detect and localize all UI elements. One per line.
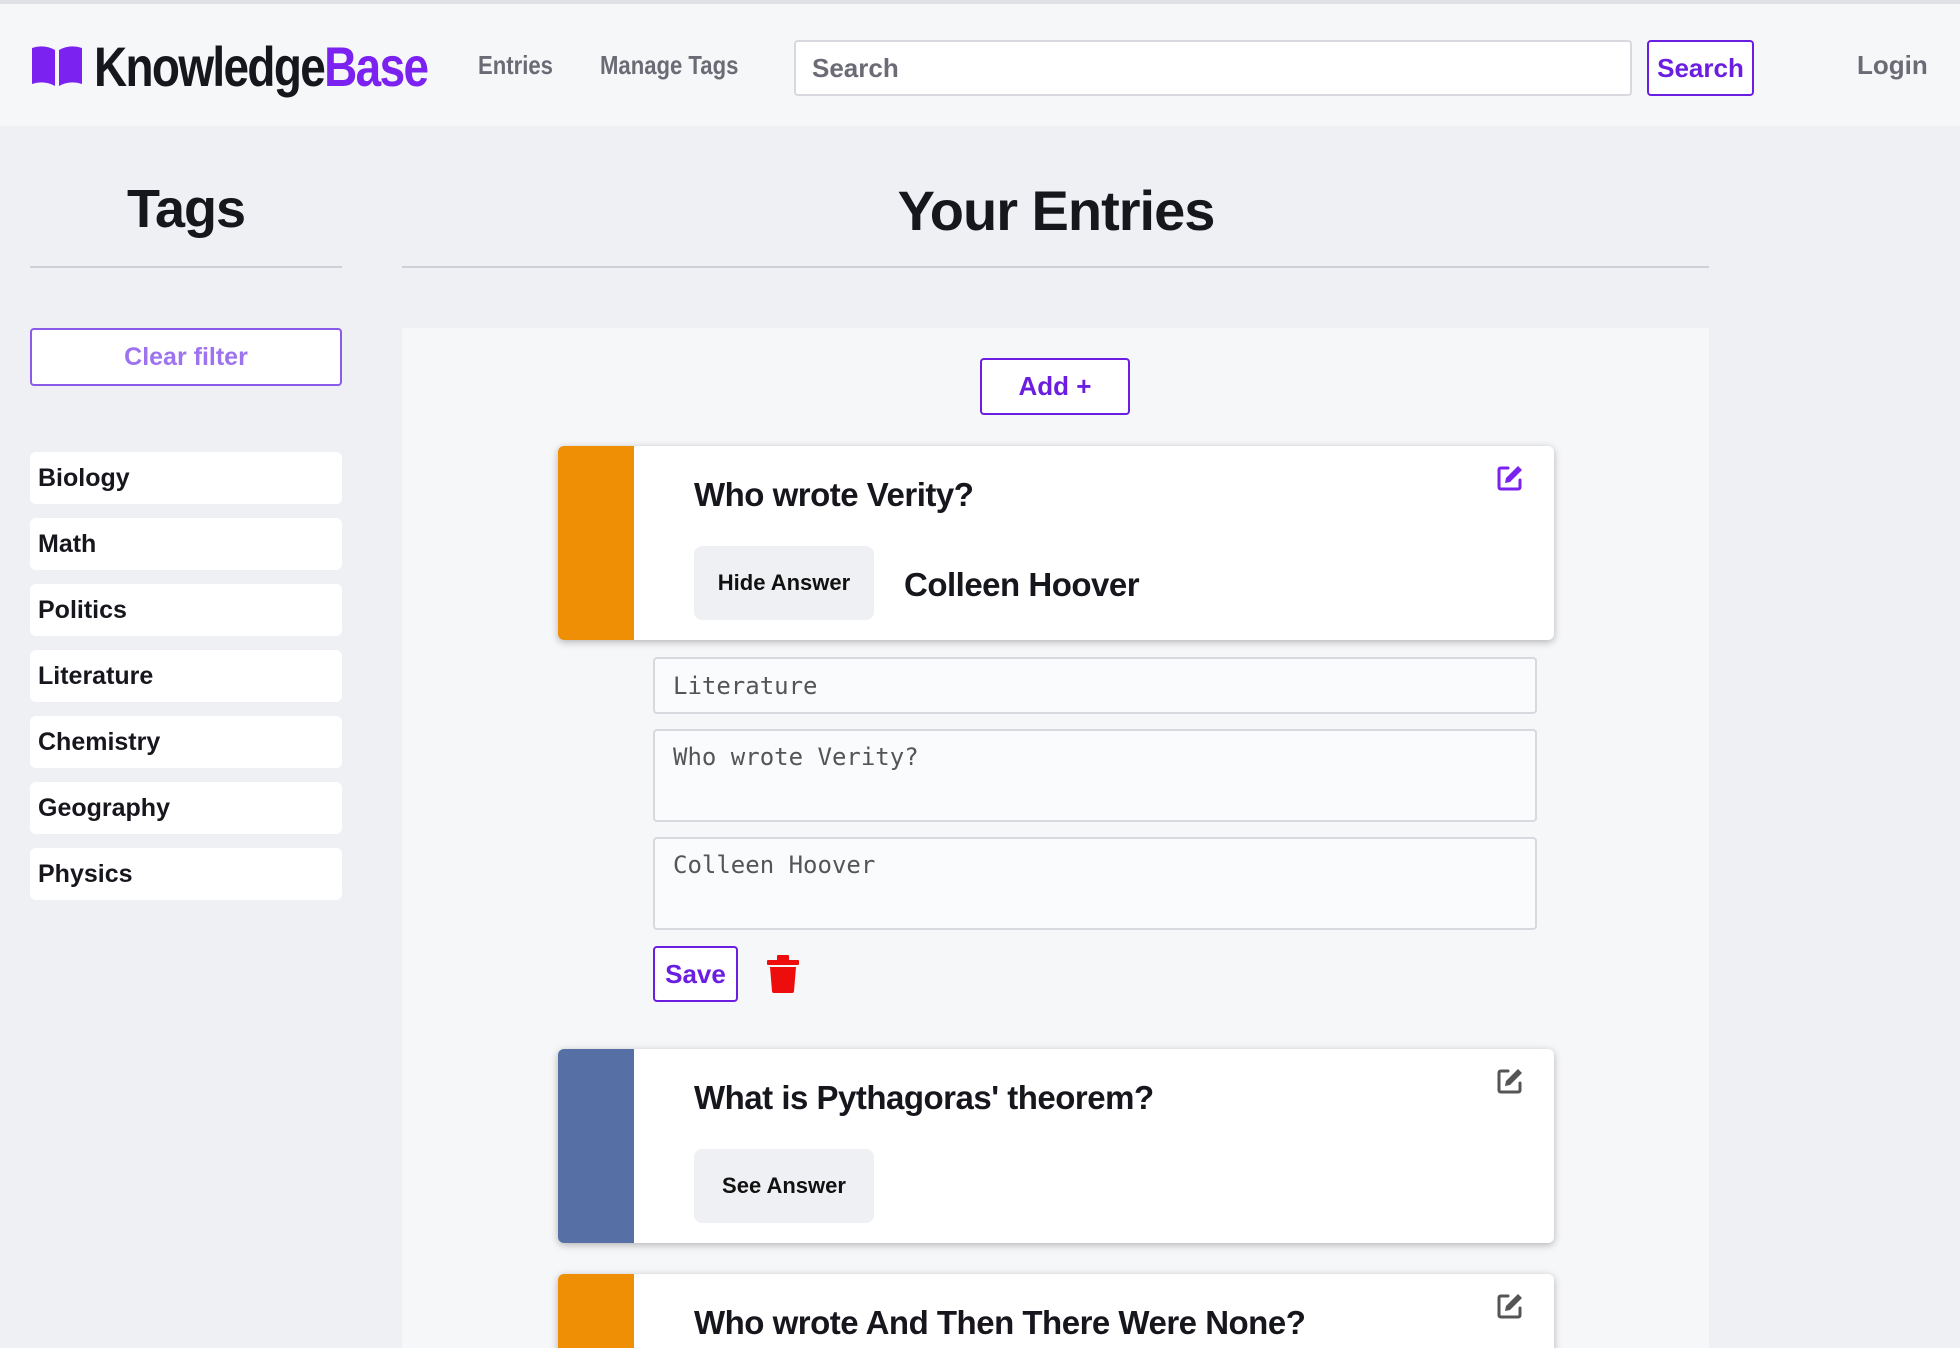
- save-button[interactable]: Save: [653, 946, 738, 1002]
- entry-question: Who wrote Verity?: [694, 476, 974, 513]
- book-open-icon: [32, 46, 82, 86]
- question-field[interactable]: Who wrote Verity?: [653, 729, 1537, 822]
- tag-field[interactable]: [653, 657, 1537, 714]
- logo[interactable]: KnowledgeBase: [30, 34, 501, 98]
- entry-card: Who wrote Verity? Hide Answer Colleen Ho…: [558, 446, 1554, 640]
- see-answer-button[interactable]: See Answer: [694, 1149, 874, 1223]
- tag-item-chemistry[interactable]: Chemistry: [30, 716, 342, 768]
- tag-item-math[interactable]: Math: [30, 518, 342, 570]
- tag-color-stripe: [558, 1274, 634, 1348]
- edit-icon[interactable]: [1496, 1067, 1524, 1095]
- tags-heading: Tags: [126, 179, 246, 239]
- search-button[interactable]: Search: [1647, 40, 1754, 96]
- navbar: KnowledgeBase Entries Manage Tags Search…: [0, 4, 1960, 126]
- page-title: Your Entries: [897, 179, 1216, 242]
- search-input[interactable]: [794, 40, 1632, 96]
- entry-question: Who wrote And Then There Were None?: [694, 1304, 1306, 1341]
- divider: [402, 266, 1709, 268]
- tag-item-physics[interactable]: Physics: [30, 848, 342, 900]
- divider: [30, 266, 342, 268]
- tag-color-stripe: [558, 446, 634, 640]
- tag-color-stripe: [558, 1049, 634, 1243]
- add-entry-button[interactable]: Add +: [980, 358, 1130, 415]
- entry-card: Who wrote And Then There Were None?: [558, 1274, 1554, 1348]
- tag-item-politics[interactable]: Politics: [30, 584, 342, 636]
- tag-item-literature[interactable]: Literature: [30, 650, 342, 702]
- edit-icon[interactable]: [1496, 464, 1524, 492]
- hide-answer-button[interactable]: Hide Answer: [694, 546, 874, 620]
- login-link[interactable]: Login: [1857, 50, 1928, 81]
- tag-item-biology[interactable]: Biology: [30, 452, 342, 504]
- answer-field[interactable]: Colleen Hoover: [653, 837, 1537, 930]
- logo-text: KnowledgeBase: [94, 34, 429, 98]
- clear-filter-button[interactable]: Clear filter: [30, 328, 342, 386]
- entry-card: What is Pythagoras' theorem? See Answer: [558, 1049, 1554, 1243]
- trash-icon[interactable]: [766, 954, 800, 994]
- edit-icon[interactable]: [1496, 1292, 1524, 1320]
- nav-entries[interactable]: Entries: [478, 50, 553, 81]
- tag-item-geography[interactable]: Geography: [30, 782, 342, 834]
- entry-question: What is Pythagoras' theorem?: [694, 1079, 1154, 1116]
- entry-answer: Colleen Hoover: [904, 566, 1140, 603]
- nav-manage-tags[interactable]: Manage Tags: [600, 50, 738, 81]
